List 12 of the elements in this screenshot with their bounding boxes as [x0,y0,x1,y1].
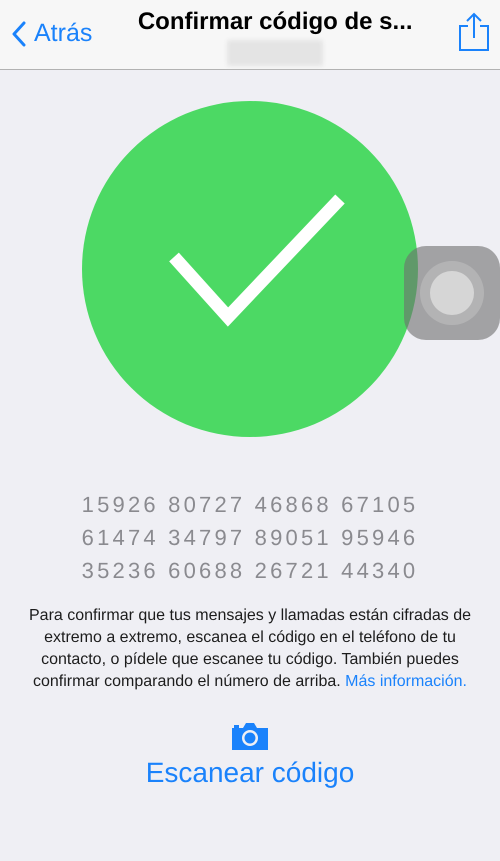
share-icon[interactable] [458,12,490,52]
back-button[interactable]: Atrás [12,19,92,48]
description-text: Para confirmar que tus mensajes y llamadas están cifradas de extremo a extremo, escanea el código en el teléfono de tu contacto, o pídele que escanee tu código. También puedes confirmar comparando el número de arriba. Más información. [28,606,472,692]
screen-title: Confirmar código de s... [138,8,413,36]
assistive-touch-button[interactable] [404,246,500,340]
back-chevron-icon [12,20,26,46]
camera-icon [230,721,270,751]
security-code-row-text: 35236 60688 26721 44340 [82,557,418,585]
security-code-row-text: 61474 34797 89051 95946 [82,524,418,552]
scan-code-button[interactable]: Escanear código [146,721,354,789]
security-code-row-text: 15926 80727 46868 67105 [82,491,418,519]
more-info-link[interactable]: Más información. [345,673,467,690]
